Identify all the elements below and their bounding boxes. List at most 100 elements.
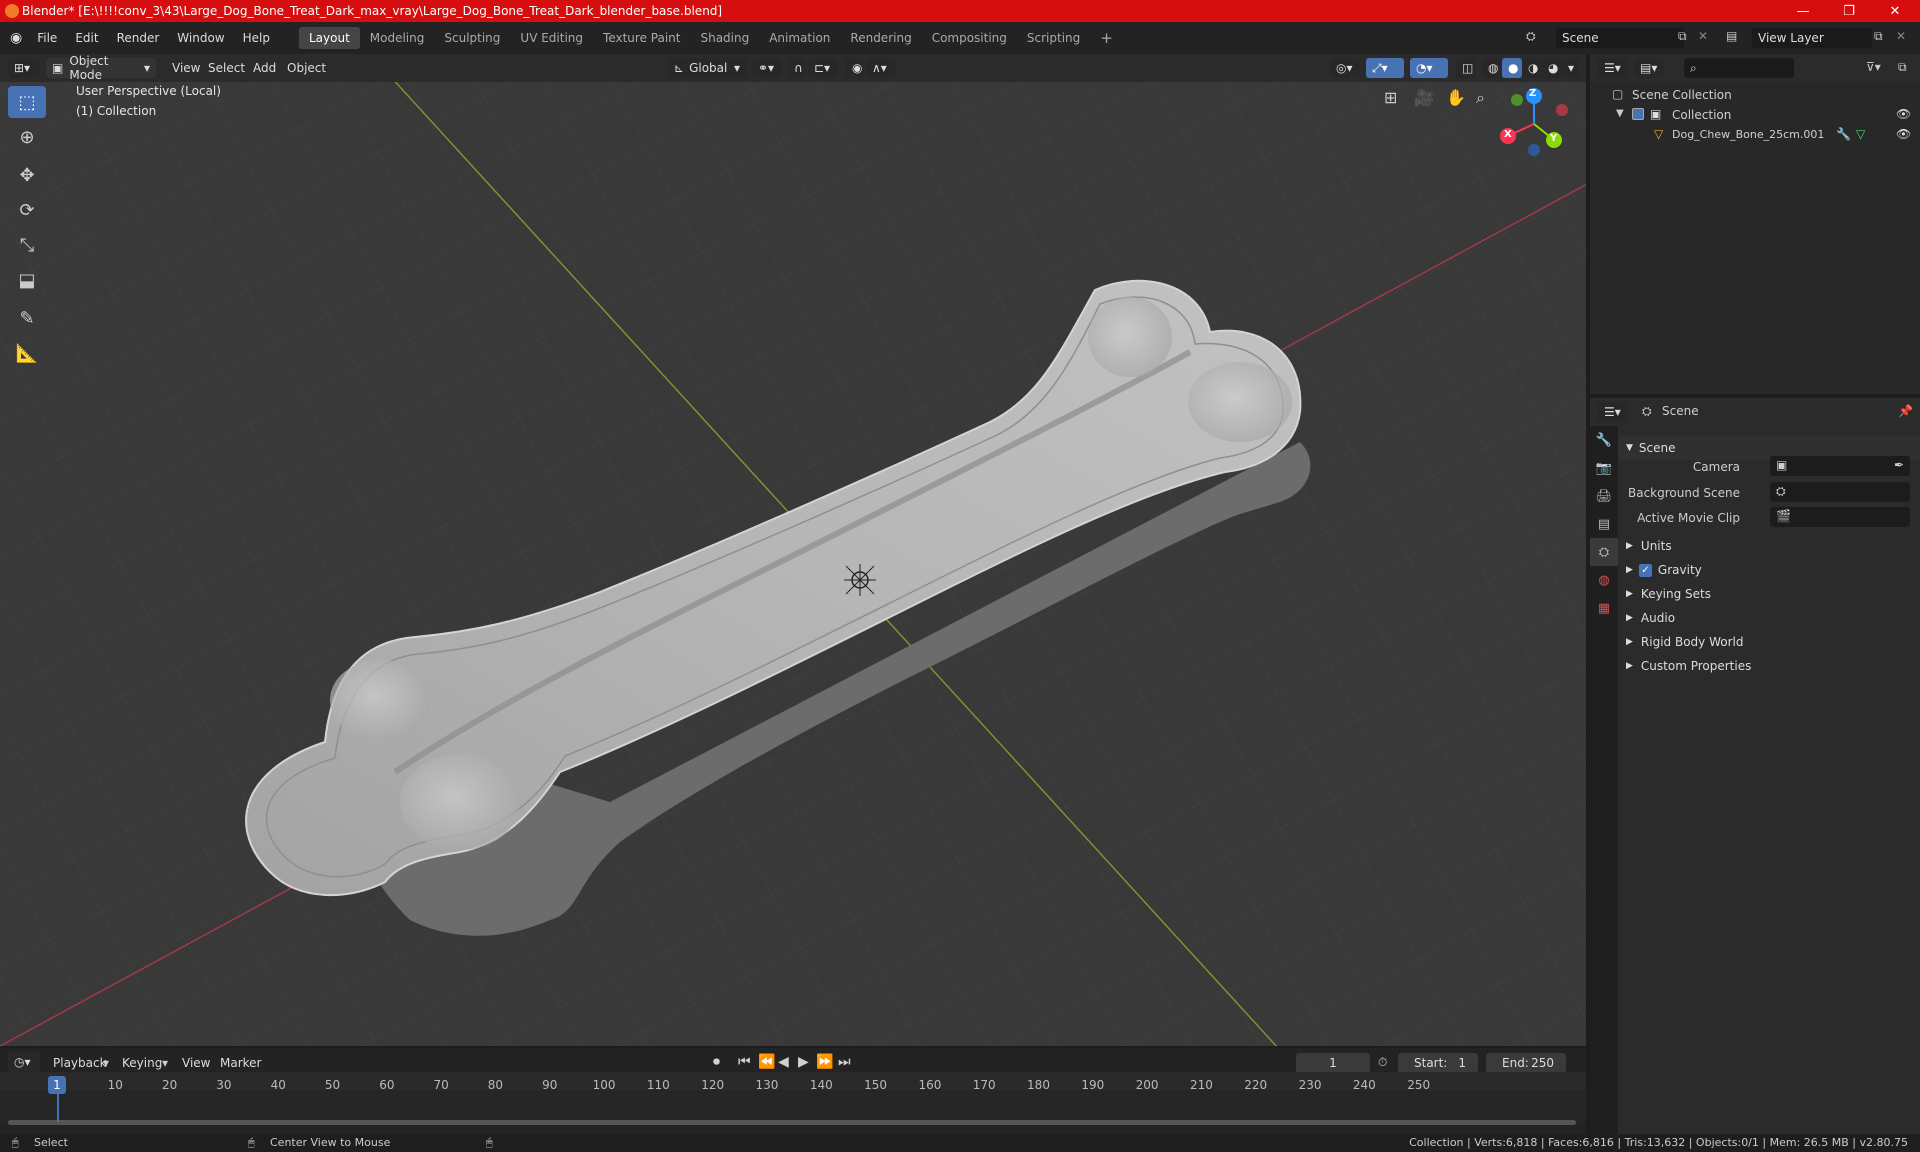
tab-shading[interactable]: Shading <box>690 27 759 49</box>
outliner-editor-type-icon[interactable]: ☰▾ <box>1598 58 1628 78</box>
scene-field[interactable]: Scene <box>1556 28 1684 48</box>
gizmo-toggle[interactable]: ⤢▾ <box>1366 58 1404 78</box>
tab-uv-editing[interactable]: UV Editing <box>510 27 593 49</box>
move-icon[interactable]: ✥ <box>8 159 46 191</box>
proportional-falloff-dropdown[interactable]: ∧▾ <box>866 58 896 78</box>
end-frame-field[interactable]: End: 250 <box>1486 1053 1566 1073</box>
units-section[interactable]: ▶ Units <box>1618 534 1920 558</box>
new-scene-icon[interactable]: ⧉ <box>1678 29 1687 44</box>
properties-editor-type-icon[interactable]: ☰▾ <box>1598 402 1628 422</box>
pivot-dropdown[interactable]: ⚭▾ <box>752 58 782 78</box>
delete-scene-icon[interactable]: ✕ <box>1698 29 1708 43</box>
keying-sets-section[interactable]: ▶ Keying Sets <box>1618 582 1920 606</box>
pan-hand-icon[interactable]: ✋ <box>1446 88 1466 107</box>
shading-options-dropdown[interactable]: ▾ <box>1562 58 1578 78</box>
playhead[interactable]: 1 <box>48 1076 66 1094</box>
timeline-ruler[interactable] <box>0 1072 1586 1090</box>
view-layer-icon[interactable]: ▤ <box>1726 29 1737 43</box>
filter-icon[interactable]: ⊽▾ <box>1866 60 1881 74</box>
menu-help[interactable]: Help <box>234 31 279 45</box>
world-tab-icon[interactable]: ◍ <box>1590 566 1618 594</box>
render-tab-icon[interactable]: 📷 <box>1590 454 1618 482</box>
editor-type-icon[interactable]: ⊞▾ <box>8 58 40 78</box>
gravity-section[interactable]: ▶ ✓ Gravity <box>1618 558 1920 582</box>
overlay-toggle[interactable]: ◔▾ <box>1410 58 1448 78</box>
tab-compositing[interactable]: Compositing <box>922 27 1017 49</box>
outliner-root[interactable]: Scene Collection <box>1632 88 1732 102</box>
orientation-dropdown[interactable]: ⊾ Global ▾ <box>668 58 746 78</box>
cursor-icon[interactable]: ⊕ <box>8 121 46 153</box>
view-layer-tab-icon[interactable]: ▤ <box>1590 510 1618 538</box>
stopwatch-icon[interactable]: ⏱ <box>1378 1055 1387 1070</box>
blender-menu-icon[interactable]: ◉ <box>10 30 22 46</box>
viewport-menu-object[interactable]: Object <box>278 61 335 75</box>
timeline-tracks[interactable] <box>0 1090 1586 1124</box>
transform-icon[interactable]: ⬓ <box>8 264 46 296</box>
view-layer-field[interactable]: View Layer <box>1752 28 1872 48</box>
eye-icon[interactable]: 👁 <box>1896 127 1911 141</box>
shading-solid[interactable]: ● <box>1502 58 1522 78</box>
rotate-icon[interactable]: ⟳ <box>8 194 46 226</box>
menu-window[interactable]: Window <box>168 31 233 45</box>
eye-icon[interactable]: 👁 <box>1896 107 1911 121</box>
menu-edit[interactable]: Edit <box>66 31 107 45</box>
shading-rendered[interactable]: ◕ <box>1542 58 1562 78</box>
custom-properties-section[interactable]: ▶ Custom Properties <box>1618 654 1920 678</box>
scene-tab-icon[interactable]: ⛭ <box>1590 538 1618 566</box>
close-icon[interactable]: ✕ <box>1872 0 1918 22</box>
select-box-icon[interactable]: ⬚ <box>8 86 46 118</box>
eyedropper-icon[interactable]: ✒ <box>1894 458 1904 472</box>
xray-toggle[interactable]: ◫ <box>1456 58 1476 78</box>
tab-scripting[interactable]: Scripting <box>1017 27 1090 49</box>
timeline-editor-type-icon[interactable]: ◷▾ <box>8 1052 40 1072</box>
output-tab-icon[interactable]: 🖨 <box>1590 482 1618 510</box>
shading-material[interactable]: ◑ <box>1522 58 1542 78</box>
start-frame-field[interactable]: Start: 1 <box>1398 1053 1478 1073</box>
camera-field[interactable]: ▣ ✒ <box>1770 456 1910 476</box>
audio-section[interactable]: ▶ Audio <box>1618 606 1920 630</box>
toggle-camera-grid-icon[interactable]: ⊞ <box>1384 88 1397 107</box>
menu-file[interactable]: File <box>28 31 66 45</box>
expand-arrow-icon[interactable]: ▼ <box>1616 108 1624 119</box>
shading-wireframe[interactable]: ◍ <box>1482 58 1502 78</box>
timeline-scrollbar[interactable] <box>8 1120 1576 1125</box>
minimize-icon[interactable]: — <box>1780 0 1826 22</box>
jump-end-icon[interactable]: ⏭ <box>838 1054 851 1070</box>
background-scene-field[interactable]: ⛭ <box>1770 482 1910 502</box>
maximize-icon[interactable]: ❐ <box>1826 0 1872 22</box>
annotate-icon[interactable]: ✎ <box>8 302 46 334</box>
zoom-icon[interactable]: ⌕ <box>1476 88 1485 108</box>
play-icon[interactable]: ▶ <box>798 1054 809 1070</box>
scene-selector-icon[interactable]: ⛭ <box>1526 29 1536 44</box>
mesh-data-icon[interactable]: ▽ <box>1856 127 1865 141</box>
tab-layout[interactable]: Layout <box>298 27 360 49</box>
current-frame-field[interactable]: 1 <box>1296 1053 1370 1073</box>
proportional-edit-toggle[interactable]: ◉ <box>846 58 864 78</box>
camera-view-icon[interactable]: 🎥 <box>1414 88 1434 107</box>
tab-rendering[interactable]: Rendering <box>840 27 921 49</box>
movie-clip-field[interactable]: 🎬 <box>1770 507 1910 527</box>
add-workspace-icon[interactable]: + <box>1090 25 1123 51</box>
scale-icon[interactable]: ⤡ <box>8 229 46 261</box>
3d-viewport[interactable]: Z X Y User Perspective (Local) (1) Colle… <box>0 82 1586 1046</box>
delete-view-layer-icon[interactable]: ✕ <box>1896 29 1906 43</box>
snap-toggle[interactable]: ∩ <box>788 58 806 78</box>
next-keyframe-icon[interactable]: ⏩ <box>816 1054 833 1070</box>
tab-animation[interactable]: Animation <box>759 27 840 49</box>
pin-icon[interactable]: 📌 <box>1898 404 1913 418</box>
rigid-body-world-section[interactable]: ▶ Rigid Body World <box>1618 630 1920 654</box>
outliner-collection[interactable]: Collection <box>1672 108 1731 122</box>
mode-dropdown[interactable]: ▣ Object Mode ▾ <box>46 54 156 82</box>
tab-modeling[interactable]: Modeling <box>360 27 435 49</box>
gravity-checkbox[interactable]: ✓ <box>1638 563 1652 577</box>
visibility-dropdown[interactable]: ◎▾ <box>1330 58 1360 78</box>
texture-tab-icon[interactable]: ▦ <box>1590 594 1618 622</box>
play-reverse-icon[interactable]: ◀ <box>778 1054 789 1070</box>
new-view-layer-icon[interactable]: ⧉ <box>1874 29 1883 44</box>
outliner-object[interactable]: Dog_Chew_Bone_25cm.001 <box>1672 128 1824 141</box>
menu-render[interactable]: Render <box>108 31 169 45</box>
modifier-wrench-icon[interactable]: 🔧 <box>1836 127 1851 141</box>
prev-keyframe-icon[interactable]: ⏪ <box>758 1054 775 1070</box>
outliner-search-input[interactable]: ⌕ <box>1684 58 1794 78</box>
snap-dropdown[interactable]: ⊏▾ <box>808 58 838 78</box>
